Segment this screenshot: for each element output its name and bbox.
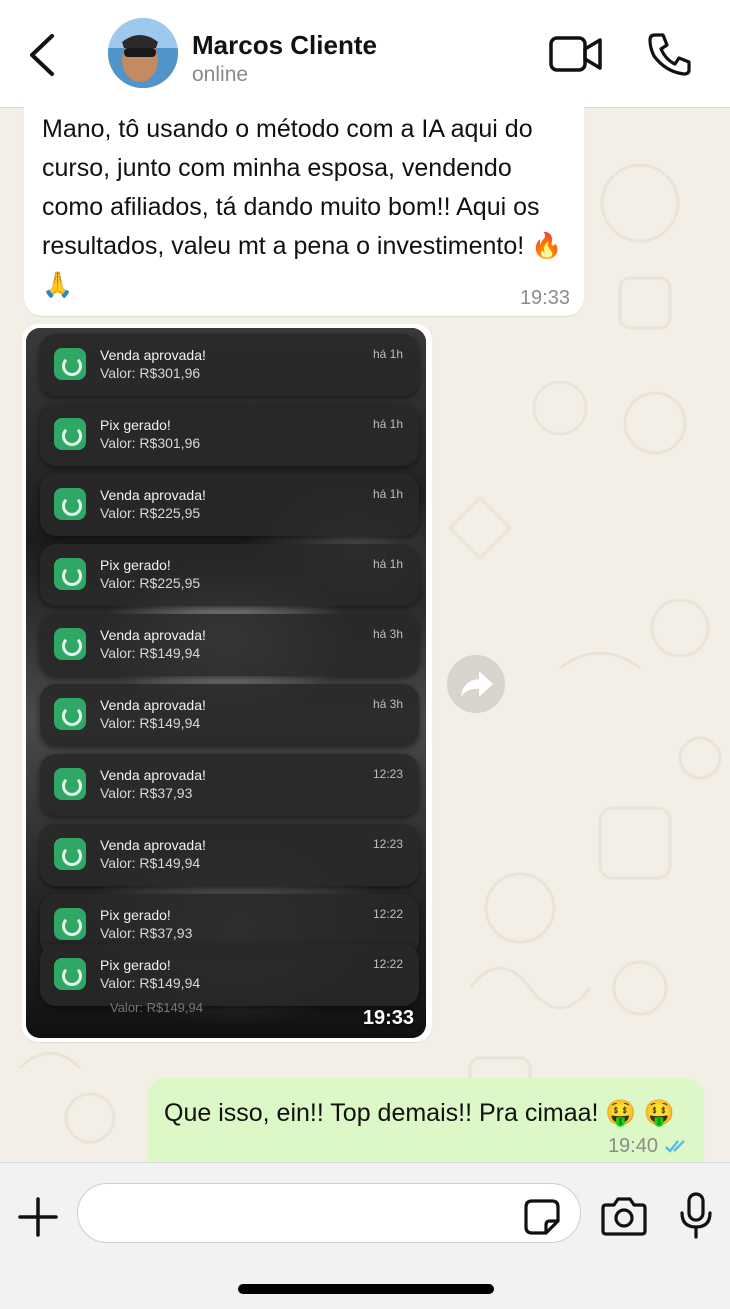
notification-card: Venda aprovada! Valor: R$37,93 12:23 xyxy=(40,754,419,816)
notification-time: há 1h xyxy=(372,347,403,361)
payment-app-icon xyxy=(54,488,86,520)
notification-time: 12:23 xyxy=(372,767,403,781)
payment-app-icon xyxy=(54,768,86,800)
hidden-notification-value: Valor: R$149,94 xyxy=(110,1000,203,1015)
message-input[interactable] xyxy=(77,1183,581,1243)
sales-notifications-screenshot[interactable]: Venda aprovada! Valor: R$301,96 há 1h Pi… xyxy=(26,328,426,1038)
payment-app-icon xyxy=(54,628,86,660)
incoming-message-bubble[interactable]: Mano, tô usando o método com a IA aqui d… xyxy=(24,98,584,316)
contact-status: online xyxy=(192,63,249,86)
notification-value: Valor: R$149,94 xyxy=(100,975,201,991)
payment-app-icon xyxy=(54,558,86,590)
sticker-icon[interactable] xyxy=(522,1197,562,1237)
notification-time: há 3h xyxy=(372,627,403,641)
notification-title: Pix gerado! xyxy=(100,957,171,973)
outgoing-message-time: 19:40 xyxy=(607,1135,658,1157)
notification-card: Pix gerado! Valor: R$149,94 12:22 xyxy=(40,944,419,1006)
payment-app-icon xyxy=(54,348,86,380)
notification-value: Valor: R$225,95 xyxy=(100,575,201,591)
notification-card: Venda aprovada! Valor: R$149,94 há 3h xyxy=(40,614,419,676)
notification-card: Venda aprovada! Valor: R$149,94 12:23 xyxy=(40,824,419,886)
notification-value: Valor: R$149,94 xyxy=(100,645,201,661)
contact-name[interactable]: Marcos Cliente xyxy=(192,30,377,61)
notification-title: Pix gerado! xyxy=(100,417,171,433)
notification-time: há 1h xyxy=(372,417,403,431)
incoming-image-bubble[interactable]: Venda aprovada! Valor: R$301,96 há 1h Pi… xyxy=(22,324,432,1042)
forward-button[interactable] xyxy=(447,655,505,713)
notification-card: Venda aprovada! Valor: R$301,96 há 1h xyxy=(40,334,419,396)
notification-card: Venda aprovada! Valor: R$149,94 há 3h xyxy=(40,684,419,746)
notification-title: Venda aprovada! xyxy=(100,767,206,783)
notification-time: há 1h xyxy=(372,487,403,501)
notification-title: Venda aprovada! xyxy=(100,627,206,643)
notification-card: Venda aprovada! Valor: R$225,95 há 1h xyxy=(40,474,419,536)
notification-title: Venda aprovada! xyxy=(100,837,206,853)
contact-avatar[interactable] xyxy=(108,18,178,88)
image-timestamp: 19:33 xyxy=(362,1007,414,1029)
notification-value: Valor: R$37,93 xyxy=(100,785,193,801)
notification-value: Valor: R$301,96 xyxy=(100,365,201,381)
notification-value: Valor: R$37,93 xyxy=(100,925,193,941)
payment-app-icon xyxy=(54,698,86,730)
microphone-icon[interactable] xyxy=(676,1191,716,1241)
camera-icon[interactable] xyxy=(600,1195,648,1237)
back-arrow-icon[interactable] xyxy=(24,30,64,80)
chat-header: Marcos Cliente online xyxy=(0,0,730,108)
plus-icon[interactable] xyxy=(16,1195,60,1239)
notification-title: Pix gerado! xyxy=(100,907,171,923)
read-receipt-icon xyxy=(665,1140,685,1153)
incoming-message-time: 19:33 xyxy=(519,287,570,309)
notification-time: há 3h xyxy=(372,697,403,711)
notification-value: Valor: R$149,94 xyxy=(100,715,201,731)
notification-value: Valor: R$149,94 xyxy=(100,855,201,871)
phone-call-icon[interactable] xyxy=(646,30,694,78)
notification-title: Venda aprovada! xyxy=(100,487,206,503)
notification-time: há 1h xyxy=(372,557,403,571)
notification-title: Venda aprovada! xyxy=(100,347,206,363)
payment-app-icon xyxy=(54,418,86,450)
outgoing-message-text: Que isso, ein!! Top demais!! Pra cimaa! … xyxy=(164,1099,675,1127)
home-indicator[interactable] xyxy=(238,1284,494,1294)
notification-time: 12:22 xyxy=(372,907,403,921)
notification-title: Venda aprovada! xyxy=(100,697,206,713)
notification-value: Valor: R$301,96 xyxy=(100,435,201,451)
notification-card: Pix gerado! Valor: R$301,96 há 1h xyxy=(40,404,419,466)
payment-app-icon xyxy=(54,908,86,940)
notification-time: 12:23 xyxy=(372,837,403,851)
notification-value: Valor: R$225,95 xyxy=(100,505,201,521)
notification-card: Pix gerado! Valor: R$225,95 há 1h xyxy=(40,544,419,606)
video-call-icon[interactable] xyxy=(548,32,604,76)
payment-app-icon xyxy=(54,838,86,870)
payment-app-icon xyxy=(54,958,86,990)
notification-title: Pix gerado! xyxy=(100,557,171,573)
forward-arrow-icon xyxy=(461,671,493,697)
incoming-message-text: Mano, tô usando o método com a IA aqui d… xyxy=(42,115,563,299)
notification-time: 12:22 xyxy=(372,957,403,971)
